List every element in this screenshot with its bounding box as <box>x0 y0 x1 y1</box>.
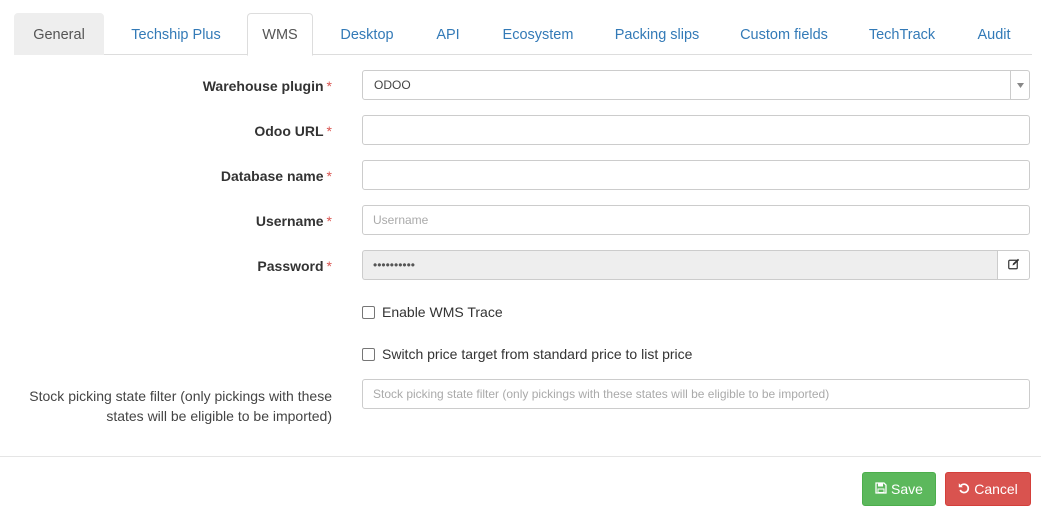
tab-audit[interactable]: Audit <box>964 13 1024 55</box>
tab-desktop[interactable]: Desktop <box>326 13 408 55</box>
username-input[interactable] <box>362 205 1030 235</box>
cancel-button-label: Cancel <box>974 481 1018 497</box>
footer-divider <box>0 456 1041 457</box>
odoo-url-label: Odoo URL * <box>0 123 332 139</box>
stock-filter-label-line1: Stock picking state filter (only picking… <box>29 388 332 404</box>
tab-api[interactable]: API <box>422 13 474 55</box>
password-input[interactable]: •••••••••• <box>362 250 997 280</box>
save-button[interactable]: Save <box>862 472 936 506</box>
enable-wms-trace-row: Enable WMS Trace <box>362 304 503 320</box>
warehouse-plugin-label-text: Warehouse plugin <box>202 78 324 94</box>
odoo-url-label-text: Odoo URL <box>254 123 324 139</box>
tab-wms[interactable]: WMS <box>247 13 313 56</box>
warehouse-plugin-label: Warehouse plugin * <box>0 78 332 94</box>
tab-techship-plus[interactable]: Techship Plus <box>114 13 238 55</box>
tab-techtrack[interactable]: TechTrack <box>856 13 948 55</box>
stock-filter-input[interactable] <box>362 379 1030 409</box>
stock-filter-label-line2: states will be eligible to be imported) <box>106 408 332 424</box>
odoo-url-input[interactable] <box>362 115 1030 145</box>
switch-price-target-row: Switch price target from standard price … <box>362 346 692 362</box>
password-group: •••••••••• <box>362 250 1030 280</box>
settings-tabs: General Techship Plus WMS Desktop API Ec… <box>14 13 1032 56</box>
username-label-text: Username <box>255 213 324 229</box>
enable-wms-trace-label: Enable WMS Trace <box>382 304 503 320</box>
warehouse-plugin-value: ODOO <box>374 78 411 92</box>
tab-custom-fields[interactable]: Custom fields <box>727 13 841 55</box>
required-marker: * <box>326 258 332 274</box>
tab-general[interactable]: General <box>14 13 104 55</box>
save-button-label: Save <box>891 481 923 497</box>
switch-price-target-label: Switch price target from standard price … <box>382 346 693 362</box>
database-name-label-text: Database name <box>220 168 324 184</box>
username-label: Username * <box>0 213 332 229</box>
tab-ecosystem[interactable]: Ecosystem <box>488 13 588 55</box>
required-marker: * <box>326 78 332 94</box>
floppy-disk-icon <box>875 481 891 497</box>
password-label-text: Password <box>257 258 324 274</box>
caret-down-icon[interactable] <box>1010 71 1029 99</box>
tab-packing-slips[interactable]: Packing slips <box>602 13 712 55</box>
edit-icon <box>1007 257 1020 273</box>
enable-wms-trace-checkbox[interactable] <box>362 305 375 319</box>
switch-price-target-checkbox[interactable] <box>362 347 375 361</box>
database-name-input[interactable] <box>362 160 1030 190</box>
edit-password-button[interactable] <box>997 250 1030 280</box>
undo-icon <box>958 481 974 497</box>
required-marker: * <box>326 123 332 139</box>
database-name-label: Database name * <box>0 168 332 184</box>
warehouse-plugin-select[interactable]: ODOO <box>362 70 1030 100</box>
cancel-button[interactable]: Cancel <box>945 472 1031 506</box>
required-marker: * <box>326 213 332 229</box>
required-marker: * <box>326 168 332 184</box>
password-label: Password * <box>0 258 332 274</box>
stock-filter-label: Stock picking state filter (only picking… <box>0 386 332 426</box>
